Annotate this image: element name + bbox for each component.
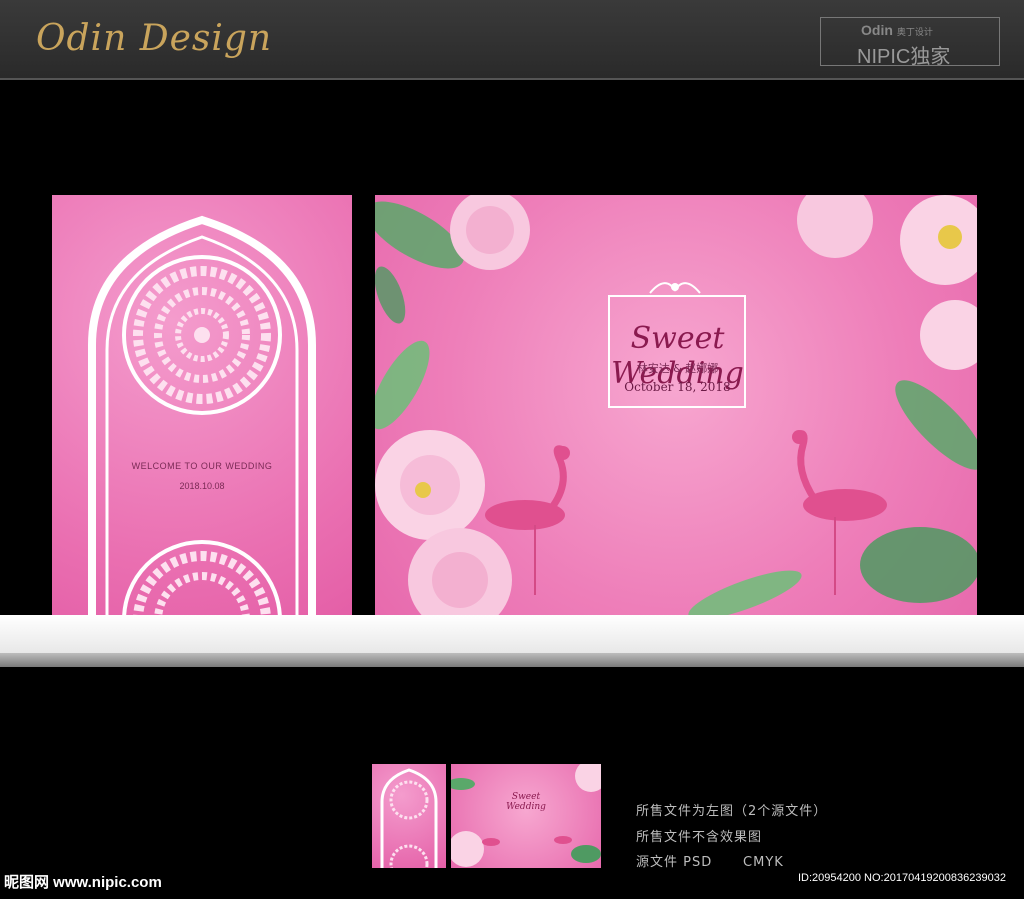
nipic-badge: Odin 奥丁设计 NIPIC独家 [820, 17, 1000, 68]
thumbnail-arch-icon [380, 768, 438, 868]
top-bar: Odin Design Odin 奥丁设计 NIPIC独家 [0, 0, 1024, 80]
thumbnail-welcome-board [372, 764, 446, 868]
welcome-board-panel: WELCOME TO OUR WEDDING 2018.10.08 [52, 195, 352, 615]
badge-exclusive: NIPIC独家 [857, 46, 951, 68]
rose-window-lower-icon [122, 540, 282, 615]
image-id: ID:20954200 NO:20170419200836239032 [798, 872, 1006, 884]
info-line-3: 源文件 PSD CMYK [636, 855, 784, 870]
brand-logo: Odin Design [36, 18, 273, 59]
arch-graphic [88, 215, 316, 615]
badge-brand-sub: 奥丁设计 [896, 27, 933, 37]
thumbnail-backdrop: Sweet Wedding [451, 764, 601, 868]
info-line-1: 所售文件为左图（2个源文件） [636, 804, 828, 819]
badge-brand: Odin [861, 22, 893, 38]
couple-names: 林安达 & 赵娜娜 [636, 362, 719, 375]
thumbnail-title: Sweet Wedding [506, 792, 546, 812]
wedding-date: October 18, 2018 [624, 380, 731, 394]
welcome-text: WELCOME TO OUR WEDDING [131, 461, 273, 471]
welcome-date: 2018.10.08 [179, 481, 225, 491]
wedding-backdrop-panel: Sweet Wedding 林安达 & 赵娜娜 October 18, 2018 [375, 195, 977, 615]
info-line-2: 所售文件不含效果图 [636, 830, 763, 845]
rose-window-icon [122, 255, 282, 415]
crown-ornament-icon [649, 282, 701, 294]
display-shelf-edge [0, 653, 1024, 667]
site-watermark: 昵图网 www.nipic.com [4, 874, 162, 891]
display-shelf [0, 615, 1024, 653]
thumbnail-floral-icon [451, 764, 601, 867]
